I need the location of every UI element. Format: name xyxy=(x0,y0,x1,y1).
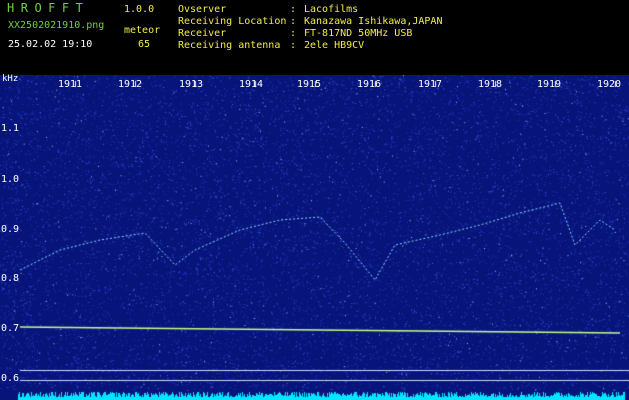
x-tick-label: 1920 xyxy=(597,79,622,90)
header-panel: HROFFT 1.0.0 XX2502021910.png meteor 25.… xyxy=(0,0,629,75)
info-value: Lacofilms xyxy=(304,4,359,15)
x-tick-label: 1918 xyxy=(478,79,503,90)
info-value: FT-817ND 50MHz USB xyxy=(304,28,413,39)
info-label: Ovserver xyxy=(178,4,227,15)
info-value: Kanazawa Ishikawa,JAPAN xyxy=(304,16,443,27)
x-tick-label: 1911 xyxy=(58,79,83,90)
info-label: Receiver xyxy=(178,28,227,39)
app-title: HROFFT xyxy=(7,1,90,15)
info-separator: : xyxy=(290,40,297,51)
info-row-location: Receiving Location : Kanazawa Ishikawa,J… xyxy=(178,16,442,28)
info-separator: : xyxy=(290,16,297,27)
y-tick-label: 0.6 xyxy=(1,373,20,384)
y-tick-label: 0.9 xyxy=(1,224,20,235)
x-tick-label: 1919 xyxy=(537,79,562,90)
y-tick-label: 1.0 xyxy=(1,174,20,185)
x-tick-label: 1917 xyxy=(418,79,443,90)
y-tick-label: 0.8 xyxy=(1,273,20,284)
info-separator: : xyxy=(290,4,297,15)
app-version: 1.0.0 xyxy=(124,4,155,15)
file-name: XX2502021910.png xyxy=(8,20,105,31)
info-value: 2ele HB9CV xyxy=(304,40,365,51)
info-separator: : xyxy=(290,28,297,39)
meteor-count: 65 xyxy=(138,39,151,50)
info-row-antenna: Receiving antenna : 2ele HB9CV xyxy=(178,40,442,52)
x-tick-label: 1915 xyxy=(297,79,322,90)
x-tick-label: 1914 xyxy=(239,79,264,90)
info-row-receiver: Receiver : FT-817ND 50MHz USB xyxy=(178,28,442,40)
x-tick-label: 1916 xyxy=(357,79,382,90)
info-label: Receiving Location xyxy=(178,16,287,27)
y-axis-unit: kHz xyxy=(2,74,19,84)
station-info: Ovserver : Lacofilms Receiving Location … xyxy=(178,4,442,52)
info-row-observer: Ovserver : Lacofilms xyxy=(178,4,442,16)
x-tick-label: 1913 xyxy=(179,79,204,90)
info-label: Receiving antenna xyxy=(178,40,281,51)
x-tick-label: 1912 xyxy=(118,79,143,90)
y-tick-label: 1.1 xyxy=(1,123,20,134)
meteor-label: meteor xyxy=(124,25,161,36)
date-time: 25.02.02 19:10 xyxy=(8,39,93,50)
spectrogram-canvas xyxy=(0,75,629,400)
y-tick-label: 0.7 xyxy=(1,323,20,334)
